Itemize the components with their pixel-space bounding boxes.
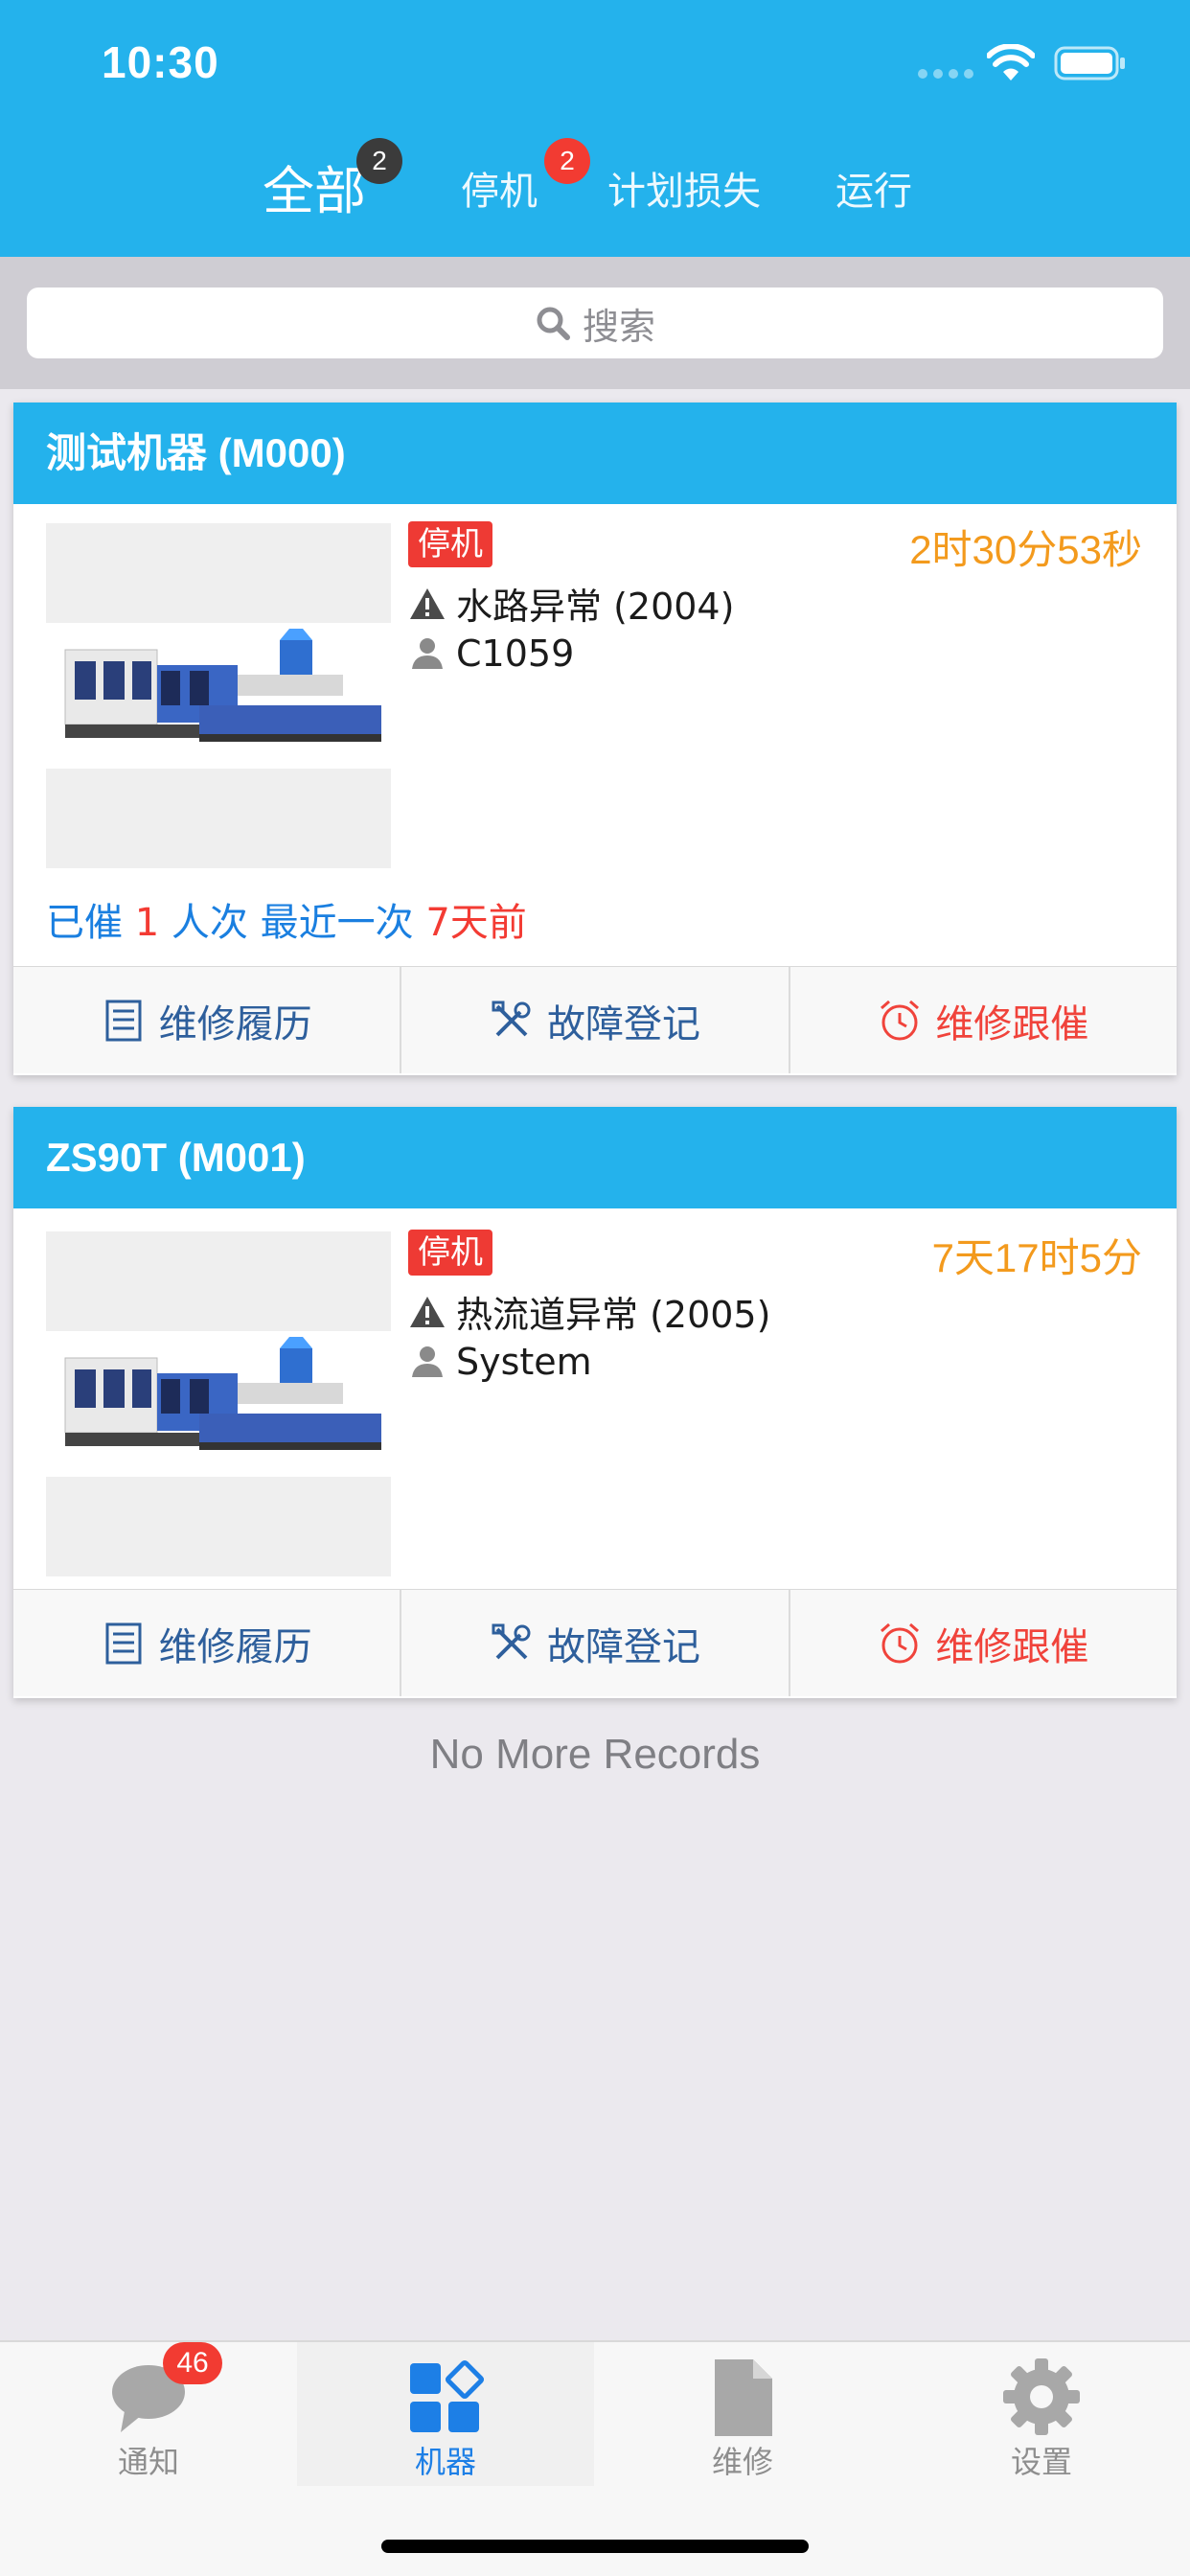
machine-card[interactable]: 测试机器 (M000) 停机 2时30分53秒 水路异常 (2004) C105…: [13, 402, 1177, 1075]
fault-register-label: 故障登记: [546, 1001, 700, 1046]
fault-register-button[interactable]: 故障登记: [400, 1590, 788, 1696]
nav-maintenance-label: 维修: [711, 2444, 773, 2480]
filter-tabs: 全部 停机 计划损失 运行: [0, 153, 1190, 230]
fault-info: 热流道异常 (2005): [408, 1285, 770, 1338]
search-bar-container: 搜索: [0, 257, 1190, 389]
nav-notifications[interactable]: 通知: [0, 2342, 297, 2486]
user-icon: [412, 1346, 443, 1377]
repair-follow-up-button[interactable]: 维修跟催: [788, 967, 1177, 1073]
notifications-count-badge: 46: [163, 2342, 222, 2384]
tab-stopped[interactable]: 停机: [461, 153, 538, 230]
operator-info: System: [408, 1341, 592, 1383]
nav-maintenance[interactable]: 维修: [594, 2342, 891, 2486]
repair-follow-up-label: 维修跟催: [935, 1001, 1089, 1046]
card-actions: 维修履历 故障登记 维修跟催: [13, 1589, 1177, 1696]
list-end-message: No More Records: [429, 1731, 761, 1778]
nav-settings[interactable]: 设置: [893, 2342, 1190, 2486]
repair-history-label: 维修履历: [158, 1001, 312, 1046]
machine-image: [46, 523, 391, 868]
warning-icon: [410, 1296, 445, 1327]
status-badge: 停机: [408, 1230, 492, 1276]
machine-card[interactable]: ZS90T (M001) 停机 7天17时5分 热流道异常 (2005) Sys…: [13, 1107, 1177, 1698]
list-document-icon: [105, 1622, 142, 1664]
repair-history-button[interactable]: 维修履历: [13, 967, 400, 1073]
tools-icon: [492, 1000, 531, 1036]
urge-count: 1: [134, 901, 160, 945]
tools-icon: [492, 1623, 531, 1659]
document-icon: [715, 2359, 772, 2436]
machine-card-body: 停机 7天17时5分 热流道异常 (2005) System: [13, 1208, 1177, 1800]
urge-mid: 人次 最近一次: [171, 901, 414, 945]
tab-stopped-count-badge: 2: [544, 138, 590, 184]
urge-suffix: 天前: [449, 901, 527, 945]
grid-icon: [410, 2359, 485, 2432]
repair-history-label: 维修履历: [158, 1624, 312, 1669]
wifi-icon: [987, 44, 1035, 80]
warning-icon: [410, 587, 445, 619]
nav-machines[interactable]: 机器: [297, 2342, 594, 2486]
injection-molding-machine-image: [46, 623, 391, 769]
urge-days: 7: [425, 901, 450, 945]
repair-follow-up-label: 维修跟催: [935, 1624, 1089, 1669]
injection-molding-machine-image: [46, 1331, 391, 1477]
machine-image: [46, 1231, 391, 1576]
machine-title: 测试机器 (M000): [13, 402, 1177, 504]
fault-text: 热流道异常 (2005): [456, 1294, 771, 1336]
machine-card-body: 停机 2时30分53秒 水路异常 (2004) C1059 已催 1 人次 最近…: [13, 504, 1177, 1177]
search-input[interactable]: 搜索: [27, 288, 1163, 358]
machine-title: ZS90T (M001): [13, 1107, 1177, 1208]
urge-prefix: 已催: [46, 901, 123, 945]
operator-text: System: [456, 1341, 592, 1383]
nav-notifications-label: 通知: [117, 2444, 179, 2480]
tab-all-count-badge: 2: [356, 138, 402, 184]
tab-running[interactable]: 运行: [835, 153, 912, 230]
downtime-duration: 2时30分53秒: [909, 527, 1142, 572]
tab-planned-loss[interactable]: 计划损失: [607, 153, 761, 230]
operator-text: C1059: [456, 632, 575, 675]
repair-history-button[interactable]: 维修履历: [13, 1590, 400, 1696]
urge-summary: 已催 1 人次 最近一次 7天前: [46, 891, 527, 947]
header: 10:30 全部 停机 计划损失 运行 2 2: [0, 0, 1190, 257]
downtime-duration: 7天17时5分: [931, 1235, 1142, 1280]
nav-machines-label: 机器: [414, 2444, 476, 2480]
list-document-icon: [105, 1000, 142, 1041]
user-icon: [412, 638, 443, 669]
battery-icon: [1054, 46, 1125, 80]
alarm-clock-icon: [881, 1000, 920, 1040]
search-icon: [537, 307, 570, 340]
nav-settings-label: 设置: [1010, 2444, 1072, 2480]
search-placeholder: 搜索: [582, 305, 655, 348]
home-indicator: [381, 2540, 809, 2553]
tab-all[interactable]: 全部: [263, 153, 366, 230]
fault-text: 水路异常 (2004): [456, 586, 735, 628]
status-bar-time: 10:30: [102, 37, 219, 87]
gear-icon: [1003, 2358, 1080, 2435]
status-badge: 停机: [408, 521, 492, 567]
fault-register-button[interactable]: 故障登记: [400, 967, 788, 1073]
repair-follow-up-button[interactable]: 维修跟催: [788, 1590, 1177, 1696]
alarm-clock-icon: [881, 1622, 920, 1663]
operator-info: C1059: [408, 632, 574, 675]
card-actions: 维修履历 故障登记 维修跟催: [13, 966, 1177, 1073]
fault-info: 水路异常 (2004): [408, 577, 734, 630]
cellular-signal-icon: [918, 69, 973, 79]
fault-register-label: 故障登记: [546, 1624, 700, 1669]
